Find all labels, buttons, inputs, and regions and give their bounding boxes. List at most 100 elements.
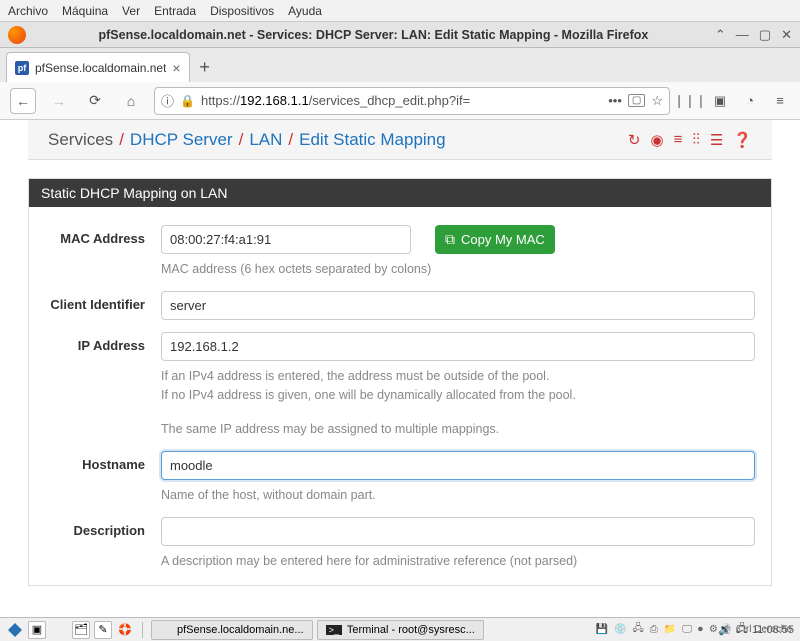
copy-my-mac-label: Copy My MAC — [461, 232, 545, 247]
breadcrumb-bar: Services / DHCP Server / LAN / Edit Stat… — [28, 120, 772, 160]
new-tab-button[interactable]: + — [190, 52, 220, 82]
reader-mode-icon[interactable]: ▢ — [628, 94, 645, 107]
reload-page-icon[interactable]: ↻ — [628, 131, 641, 149]
navigation-toolbar: ← → ⟳ ⌂ ⓘ 🔒 https://192.168.1.1/services… — [0, 82, 800, 120]
vm-disk-icon[interactable]: 💾 — [596, 624, 608, 635]
vm-mouse-icon[interactable]: 🖱 — [724, 624, 730, 635]
url-scheme: https:// — [201, 93, 240, 108]
reload-button[interactable]: ⟳ — [82, 88, 108, 114]
label-mac-address: MAC Address — [45, 225, 145, 246]
window-close-icon[interactable]: ✕ — [781, 27, 792, 43]
filter-icon[interactable]: ≡ — [674, 131, 683, 149]
sidebar-icon[interactable]: ▣ — [710, 91, 730, 111]
back-button[interactable]: ← — [10, 88, 36, 114]
breadcrumb-dhcp-server[interactable]: DHCP Server — [130, 130, 233, 150]
breadcrumb-edit-static-mapping[interactable]: Edit Static Mapping — [299, 130, 445, 150]
firefox-icon — [8, 26, 26, 44]
input-description[interactable] — [161, 517, 755, 546]
menu-machine[interactable]: Máquina — [62, 4, 108, 18]
breadcrumb-sep: / — [288, 130, 293, 150]
url-more-icon[interactable]: ••• — [608, 93, 622, 108]
copy-icon: ⧉ — [445, 231, 455, 248]
editor-launcher-icon[interactable]: ✎ — [94, 621, 112, 639]
terminal-launcher-icon[interactable]: ▣ — [28, 621, 46, 639]
taskbar-firefox-label: pfSense.localdomain.ne... — [177, 624, 304, 636]
taskbar-terminal-label: Terminal - root@sysresc... — [347, 624, 475, 636]
window-title: pfSense.localdomain.net - Services: DHCP… — [32, 28, 715, 42]
terminal-icon: >_ — [326, 625, 342, 635]
row-hostname: Hostname Name of the host, without domai… — [29, 443, 771, 509]
breadcrumb: Services / DHCP Server / LAN / Edit Stat… — [48, 130, 628, 150]
label-client-identifier: Client Identifier — [45, 291, 145, 312]
bookmark-star-icon[interactable]: ☆ — [651, 93, 663, 109]
vm-statusbar: 💾 💿 🖧 ⎙ 📁 🖵 ⏺ ⚙ 🖱 Ctrl Derecho — [596, 621, 792, 638]
input-hostname[interactable] — [161, 451, 755, 480]
vm-menubar: Archivo Máquina Ver Entrada Dispositivos… — [0, 0, 800, 22]
lock-icon: 🔒 — [180, 94, 195, 108]
status-log-icon[interactable]: ⫶⫶ — [692, 131, 700, 149]
menu-file[interactable]: Archivo — [8, 4, 48, 18]
window-minimize-icon[interactable]: — — [736, 27, 749, 43]
related-icon[interactable]: ☰ — [710, 131, 723, 149]
taskbar-firefox-window[interactable]: pfSense.localdomain.ne... — [151, 620, 313, 640]
tab-favicon: pf — [15, 61, 29, 75]
breadcrumb-sep: / — [119, 130, 124, 150]
panel-header: Static DHCP Mapping on LAN — [29, 179, 771, 207]
window-menu-icon[interactable]: ⌃ — [715, 27, 726, 43]
taskbar-terminal-window[interactable]: >_ Terminal - root@sysresc... — [317, 620, 484, 640]
help-description: A description may be entered here for ad… — [161, 552, 755, 571]
label-hostname: Hostname — [45, 451, 145, 472]
vm-hostkey: Ctrl Derecho — [736, 624, 792, 635]
input-mac-address[interactable] — [161, 225, 411, 254]
row-client-identifier: Client Identifier — [29, 283, 771, 324]
menu-input[interactable]: Entrada — [154, 4, 196, 18]
window-maximize-icon[interactable]: ▢ — [759, 27, 771, 43]
hamburger-menu-icon[interactable]: ≡ — [770, 91, 790, 111]
copy-my-mac-button[interactable]: ⧉ Copy My MAC — [435, 225, 555, 254]
help-icon[interactable]: ❓ — [733, 131, 752, 149]
label-description: Description — [45, 517, 145, 538]
url-host: 192.168.1.1 — [240, 93, 309, 108]
vm-cpu-icon[interactable]: ⚙ — [709, 624, 718, 635]
url-bar[interactable]: ⓘ 🔒 https://192.168.1.1/services_dhcp_ed… — [154, 87, 670, 115]
url-text: https://192.168.1.1/services_dhcp_edit.p… — [201, 93, 602, 108]
files-launcher-icon[interactable]: 🗂 — [72, 621, 90, 639]
input-ip-address[interactable] — [161, 332, 755, 361]
help-ip-2: If no IPv4 address is given, one will be… — [161, 386, 755, 405]
tab-strip: pf pfSense.localdomain.net × + — [0, 48, 800, 82]
menu-view[interactable]: Ver — [122, 4, 140, 18]
vm-optical-icon[interactable]: 💿 — [614, 624, 626, 635]
browser-tab[interactable]: pf pfSense.localdomain.net × — [6, 52, 190, 82]
help-ip-3: The same IP address may be assigned to m… — [161, 420, 755, 439]
url-path: /services_dhcp_edit.php?if= — [309, 93, 471, 108]
firefox-launcher-icon[interactable] — [50, 621, 68, 639]
account-icon[interactable]: ◔ — [740, 91, 760, 111]
vm-shared-icon[interactable]: 📁 — [664, 624, 676, 635]
vm-net-icon[interactable]: 🖧 — [633, 621, 644, 638]
forward-button[interactable]: → — [46, 88, 72, 114]
breadcrumb-lan[interactable]: LAN — [249, 130, 282, 150]
vm-usb-icon[interactable]: ⎙ — [650, 624, 658, 635]
panel-static-dhcp-mapping: Static DHCP Mapping on LAN MAC Address ⧉… — [28, 178, 772, 586]
row-description: Description A description may be entered… — [29, 509, 771, 575]
label-ip-address: IP Address — [45, 332, 145, 353]
vm-display-icon[interactable]: 🖵 — [682, 624, 692, 635]
start-menu-icon[interactable] — [6, 621, 24, 639]
library-icon[interactable]: ❘❘❘ — [680, 91, 700, 111]
help-hostname: Name of the host, without domain part. — [161, 486, 755, 505]
tab-label: pfSense.localdomain.net — [35, 61, 166, 75]
tab-close-icon[interactable]: × — [172, 60, 180, 76]
input-client-identifier[interactable] — [161, 291, 755, 320]
stop-icon[interactable]: ◉ — [650, 131, 663, 149]
menu-devices[interactable]: Dispositivos — [210, 4, 274, 18]
panel-body: MAC Address ⧉ Copy My MAC MAC address (6… — [29, 207, 771, 585]
home-button[interactable]: ⌂ — [118, 88, 144, 114]
firefox-icon — [160, 624, 172, 636]
vm-record-icon[interactable]: ⏺ — [698, 624, 703, 635]
page-content: Services / DHCP Server / LAN / Edit Stat… — [0, 120, 800, 617]
help-mac-address: MAC address (6 hex octets separated by c… — [161, 260, 755, 279]
menu-help[interactable]: Ayuda — [288, 4, 322, 18]
site-info-icon[interactable]: ⓘ — [161, 91, 174, 110]
help-launcher-icon[interactable]: 🛟 — [116, 621, 134, 639]
page-action-icons: ↻ ◉ ≡ ⫶⫶ ☰ ❓ — [628, 131, 752, 149]
